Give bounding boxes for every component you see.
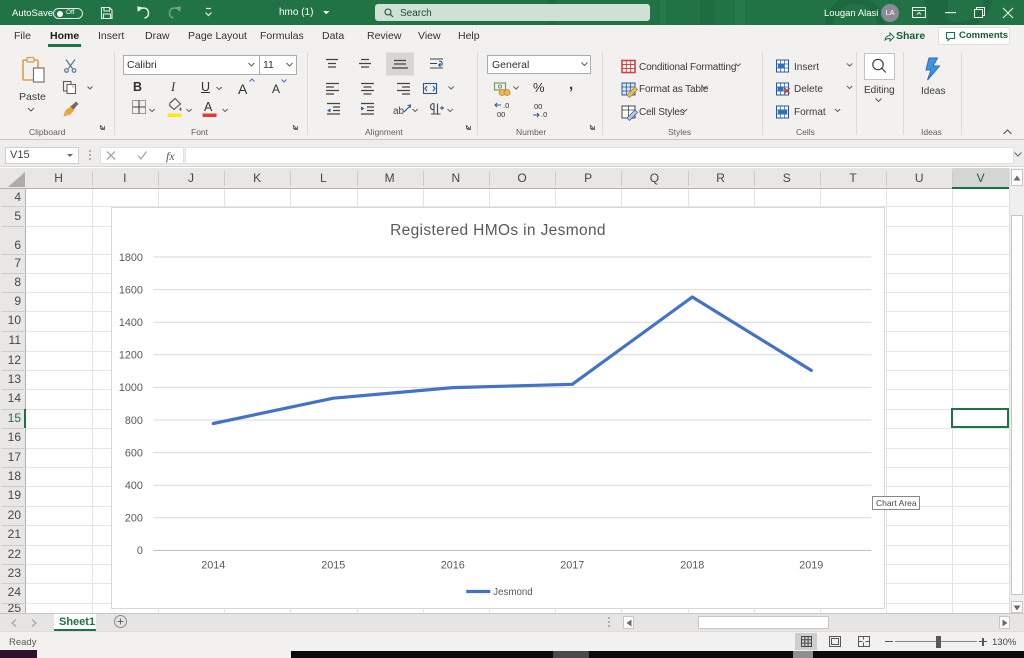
svg-text:2019: 2019 xyxy=(799,560,823,572)
svg-text:0: 0 xyxy=(137,545,143,557)
svg-text:2015: 2015 xyxy=(321,560,345,572)
svg-text:2014: 2014 xyxy=(201,560,225,572)
svg-text:2016: 2016 xyxy=(440,560,464,572)
svg-text:600: 600 xyxy=(125,447,143,459)
svg-text:400: 400 xyxy=(125,480,143,492)
svg-text:2017: 2017 xyxy=(560,560,584,572)
svg-text:.0: .0 xyxy=(541,110,547,119)
svg-text:1600: 1600 xyxy=(119,284,143,296)
svg-text:ab: ab xyxy=(393,106,405,117)
svg-text:A: A xyxy=(238,81,248,97)
svg-text:A: A xyxy=(204,100,213,114)
svg-text:Jesmond: Jesmond xyxy=(493,587,532,598)
svg-text:1800: 1800 xyxy=(119,252,143,264)
svg-text:2018: 2018 xyxy=(680,560,704,572)
svg-text:A: A xyxy=(272,82,280,96)
svg-text:00: 00 xyxy=(497,110,505,119)
svg-text:.0: .0 xyxy=(503,101,509,110)
svg-text:1400: 1400 xyxy=(119,317,143,329)
svg-text:1200: 1200 xyxy=(119,350,143,362)
svg-text:1000: 1000 xyxy=(119,382,143,394)
svg-text:Registered HMOs in Jesmond: Registered HMOs in Jesmond xyxy=(390,222,606,239)
svg-text:200: 200 xyxy=(125,513,143,525)
svg-text:800: 800 xyxy=(125,415,143,427)
